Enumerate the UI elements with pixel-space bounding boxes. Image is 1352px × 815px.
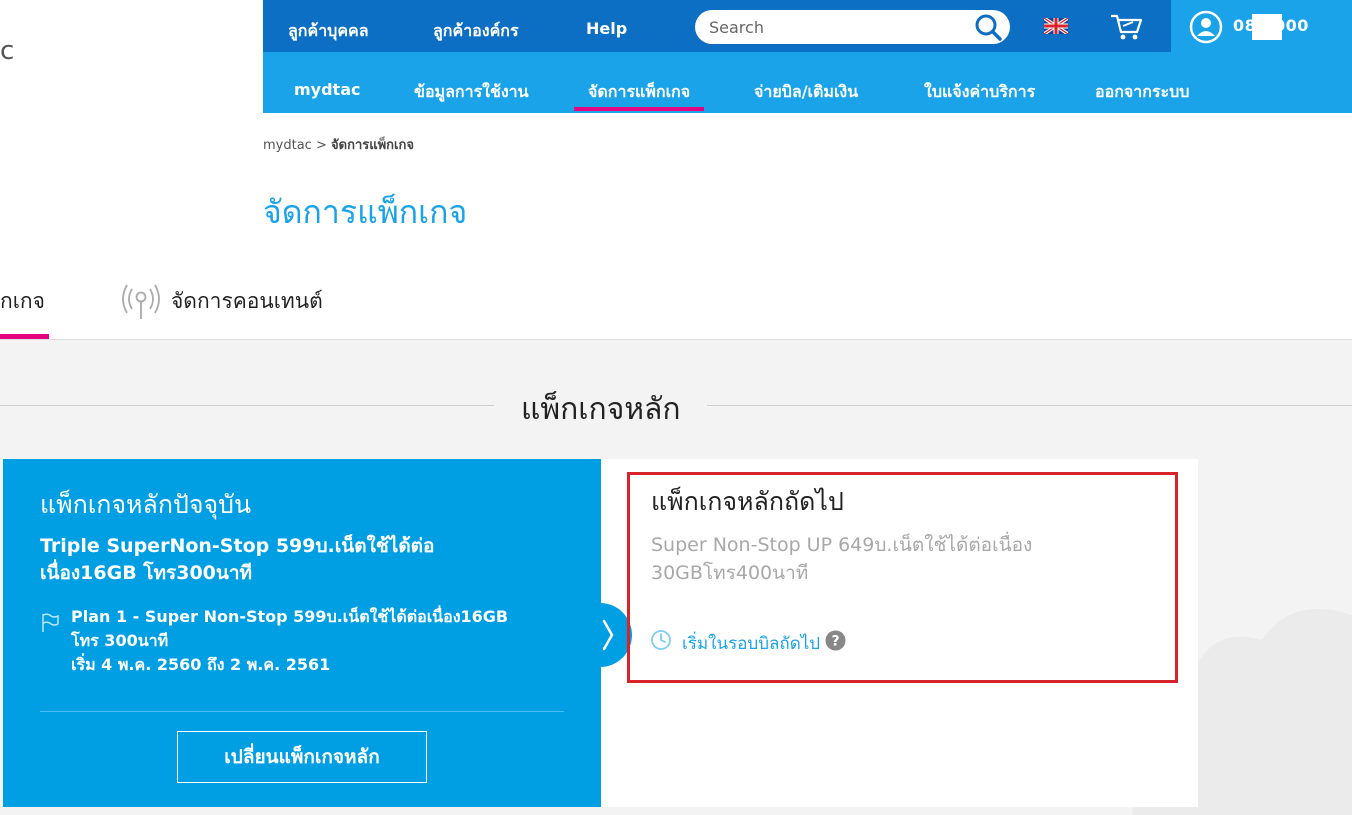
tab-content[interactable]: จัดการคอนเทนต์ [171, 285, 323, 318]
section-divider-right [707, 405, 1352, 406]
breadcrumb-current: จัดการแพ็กเกจ [331, 138, 414, 153]
page-title: จัดการแพ็กเกจ [263, 193, 468, 231]
card-divider [40, 711, 564, 712]
breadcrumb-root[interactable]: mydtac [263, 138, 312, 153]
breadcrumb-separator: > [315, 138, 327, 153]
section-title: แพ็กเกจหลัก [519, 386, 683, 433]
plan-description: Plan 1 - Super Non-Stop 599บ.เน็ตใช้ได้ต… [71, 607, 509, 650]
top-nav-bar: ลูกค้าบุคคล ลูกค้าองค์กร Help 08 9000 [263, 0, 1352, 52]
sub-nav-bar: mydtac ข้อมูลการใช้งาน จัดการแพ็กเกจ จ่า… [263, 52, 1352, 113]
change-package-button[interactable]: เปลี่ยนแพ็กเกจหลัก [177, 731, 427, 783]
search-box [695, 10, 1010, 44]
breadcrumb: mydtac > จัดการแพ็กเกจ [263, 134, 414, 155]
nav-personal[interactable]: ลูกค้าบุคคล [288, 19, 369, 44]
clock-icon [651, 630, 671, 650]
phone-redaction [1252, 14, 1282, 40]
nav-corporate[interactable]: ลูกค้าองค์กร [433, 19, 519, 44]
plan-period: เริ่ม 4 พ.ค. 2560 ถึง 2 พ.ค. 2561 [71, 655, 331, 674]
flag-icon [42, 613, 59, 632]
active-tab-indicator [574, 107, 704, 111]
chevron-right-icon[interactable] [580, 603, 632, 667]
nav-help[interactable]: Help [586, 19, 627, 38]
cart-icon[interactable] [1109, 12, 1145, 42]
current-package-heading: แพ็กเกจหลักปัจจุบัน [40, 490, 252, 519]
current-package-name: Triple SuperNon-Stop 599บ.เน็ตใช้ได้ต่อเ… [40, 535, 435, 584]
user-icon [1189, 10, 1223, 44]
current-plan-detail: Plan 1 - Super Non-Stop 599บ.เน็ตใช้ได้ต… [71, 605, 541, 677]
sub-nav-manage-package[interactable]: จัดการแพ็กเกจ [588, 80, 690, 105]
tab-package[interactable]: ็กเกจ [0, 285, 45, 318]
current-package-card: แพ็กเกจหลักปัจจุบัน Triple SuperNon-Stop… [3, 459, 601, 807]
sub-nav-usage[interactable]: ข้อมูลการใช้งาน [414, 80, 529, 105]
search-input[interactable] [709, 16, 969, 38]
uk-flag-icon[interactable] [1044, 18, 1068, 34]
sub-nav-logout[interactable]: ออกจากระบบ [1095, 80, 1189, 105]
section-divider-left [0, 405, 494, 406]
sub-nav-invoice[interactable]: ใบแจ้งค่าบริการ [924, 80, 1035, 105]
sub-nav-pay-bill[interactable]: จ่ายบิล/เติมเงิน [754, 80, 858, 105]
sub-nav-mydtac[interactable]: mydtac [294, 80, 360, 99]
account-area[interactable]: 08 9000 [1171, 0, 1352, 52]
antenna-icon[interactable] [118, 279, 164, 321]
next-package-name: Super Non-Stop UP 649บ.เน็ตใช้ได้ต่อเนื่… [651, 534, 1033, 584]
next-package-heading: แพ็กเกจหลักถัดไป [651, 487, 844, 516]
search-icon[interactable] [974, 13, 1002, 41]
svg-text:?: ? [831, 634, 839, 650]
help-icon[interactable]: ? [825, 630, 846, 651]
logo-fragment[interactable]: c [0, 36, 14, 66]
next-package-start-note: เริ่มในรอบบิลถัดไป [682, 634, 821, 654]
